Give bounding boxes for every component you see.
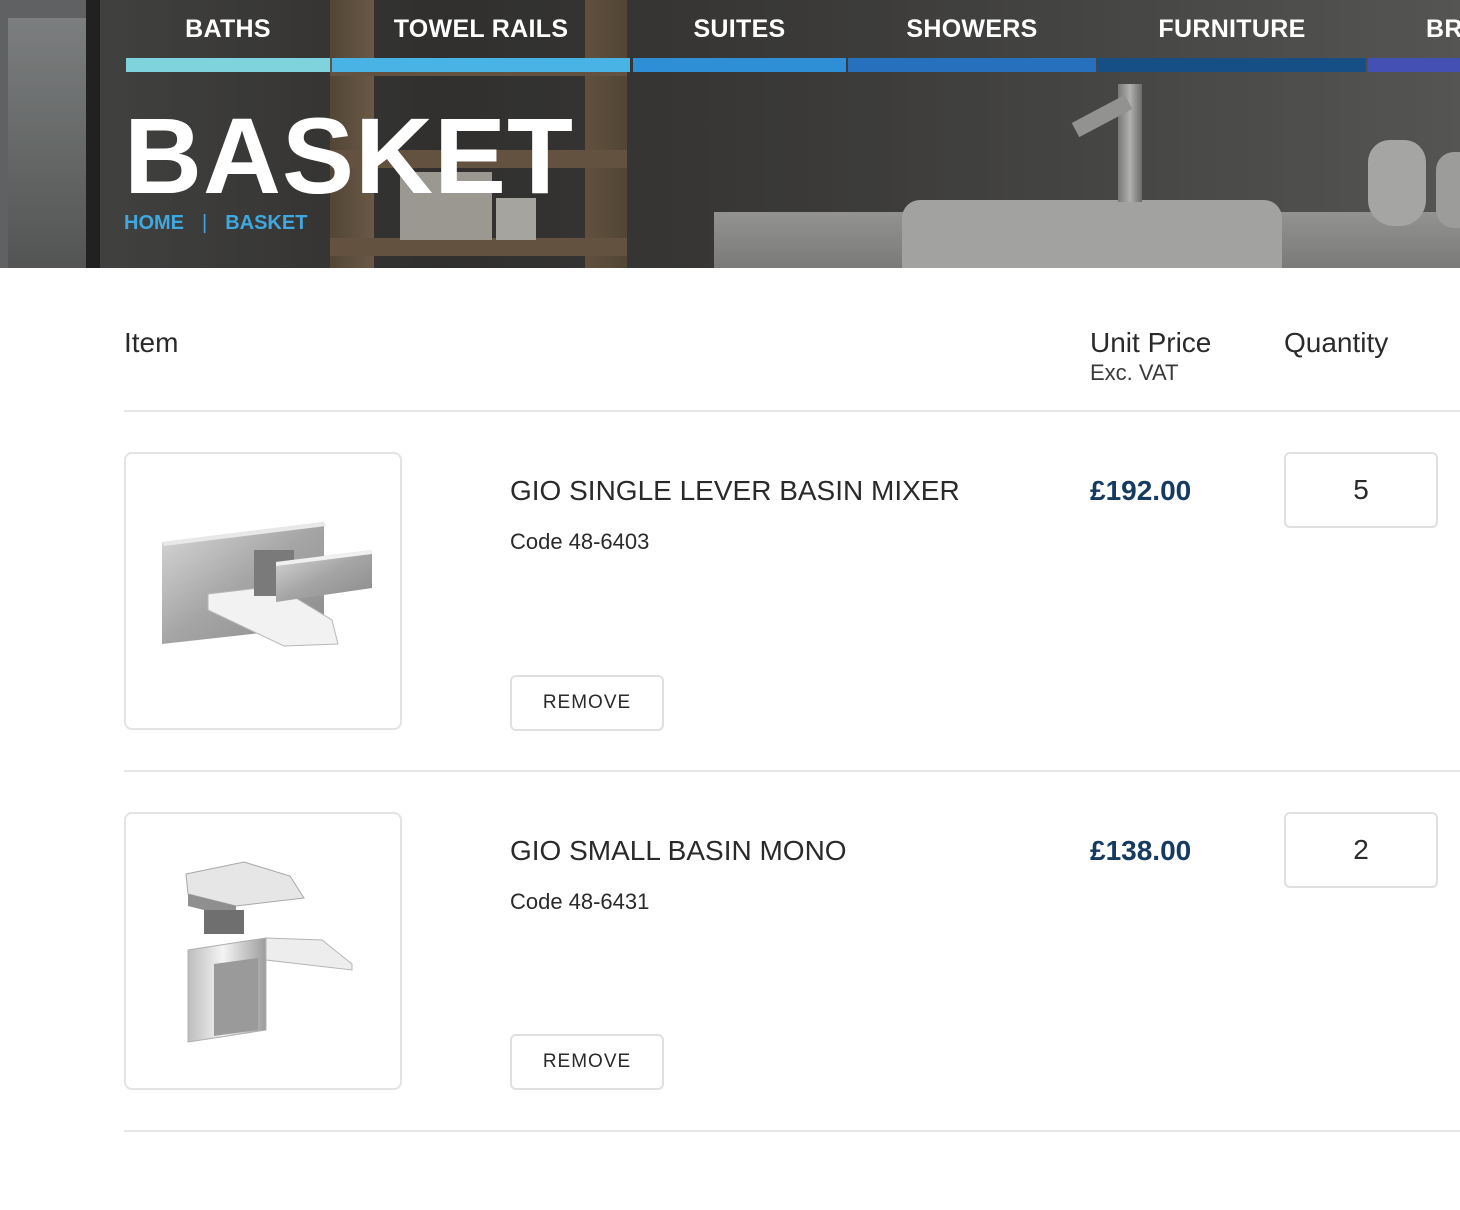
row-divider [124, 770, 1460, 772]
breadcrumb-current: BASKET [225, 212, 308, 234]
breadcrumb-home-link[interactable]: HOME [124, 208, 184, 238]
nav-item-baths[interactable]: BATHS [126, 10, 330, 50]
nav-color-bar-towel-rails [332, 58, 630, 72]
product-thumbnail[interactable] [124, 452, 402, 730]
nav-color-bar-suites [633, 58, 846, 72]
nav-item-furniture[interactable]: FURNITURE [1098, 10, 1366, 50]
column-header-vat-note: Exc. VAT [1090, 360, 1179, 385]
basin-mono-tap-image [185, 861, 353, 1043]
quantity-input[interactable] [1284, 812, 1438, 888]
breadcrumb: HOME | BASKET [124, 208, 307, 238]
nav-color-bar-furniture [1098, 58, 1366, 72]
product-unit-price: £192.00 [1090, 475, 1192, 506]
product-code-label: Code [510, 889, 563, 914]
main-nav: BATHS TOWEL RAILS SUITES SHOWERS FURNITU… [0, 0, 1460, 72]
product-code: Code 48-6403 [510, 528, 649, 556]
quantity-input[interactable] [1284, 452, 1438, 528]
nav-item-br[interactable]: BR [1426, 10, 1460, 50]
row-divider [124, 1130, 1460, 1132]
product-name[interactable]: GIO SMALL BASIN MONO [510, 834, 847, 868]
header-divider [124, 410, 1460, 412]
product-name[interactable]: GIO SINGLE LEVER BASIN MIXER [510, 474, 960, 508]
remove-button[interactable]: REMOVE [510, 675, 664, 731]
product-code-label: Code [510, 529, 563, 554]
column-header-quantity: Quantity [1284, 327, 1389, 358]
product-unit-price: £138.00 [1090, 835, 1192, 866]
nav-color-bar-br [1368, 58, 1460, 72]
wall-basin-mixer-image [162, 522, 372, 647]
product-thumbnail[interactable] [124, 812, 402, 1090]
product-code-value: 48-6431 [568, 889, 650, 914]
product-code-value: 48-6403 [568, 529, 650, 554]
remove-button[interactable]: REMOVE [510, 1034, 664, 1090]
column-header-item: Item [124, 327, 179, 358]
breadcrumb-separator: | [202, 212, 208, 234]
nav-item-towel-rails[interactable]: TOWEL RAILS [332, 10, 630, 50]
page-title: BASKET [124, 95, 575, 216]
nav-item-suites[interactable]: SUITES [633, 10, 846, 50]
nav-color-bar-baths [126, 58, 330, 72]
column-header-unit-price: Unit Price [1090, 327, 1212, 358]
nav-item-showers[interactable]: SHOWERS [848, 10, 1096, 50]
product-code: Code 48-6431 [510, 888, 649, 916]
nav-color-bar-showers [848, 58, 1096, 72]
